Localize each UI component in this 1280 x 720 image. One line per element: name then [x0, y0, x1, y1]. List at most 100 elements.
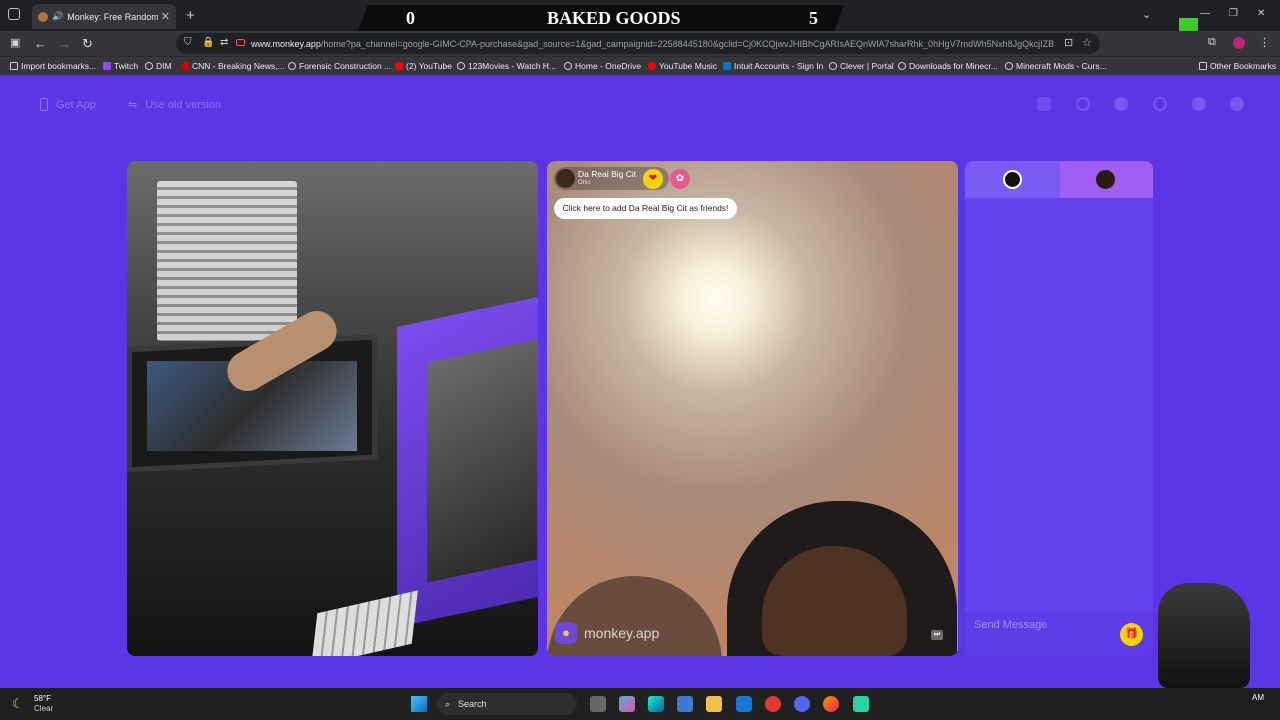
taskbar-search[interactable]: ⌕ Search — [437, 693, 577, 715]
firefox-icon[interactable] — [823, 696, 839, 712]
bookmark-item[interactable]: Minecraft Mods - Curs... — [1005, 61, 1107, 71]
close-tab-icon[interactable]: ✕ — [161, 10, 170, 23]
maximize-button[interactable]: ❐ — [1229, 8, 1238, 19]
import-icon — [10, 62, 18, 70]
search-icon: ⌕ — [445, 698, 451, 709]
left-score: 0 — [406, 8, 415, 28]
profile-avatar[interactable] — [1233, 37, 1245, 49]
get-app-link[interactable]: Get App — [40, 98, 96, 111]
second-monitor-content — [427, 339, 537, 583]
menu-icon[interactable]: ⋮ — [1259, 36, 1270, 49]
send-message-input[interactable]: Send Message — [974, 619, 1114, 631]
right-score: 5 — [809, 8, 818, 28]
twitch-icon — [103, 62, 111, 70]
extensions-icon[interactable]: ⧉ — [1208, 36, 1216, 49]
site-settings-icon[interactable]: ⇄ — [220, 37, 228, 48]
weather-temp: 58°F — [34, 694, 51, 703]
add-friend-tooltip[interactable]: Click here to add Da Real Big Cit as fri… — [554, 198, 737, 219]
badge-icon[interactable]: ✿ — [670, 169, 690, 189]
shield-icon[interactable]: ⛉ — [184, 37, 192, 48]
globe-icon — [457, 62, 465, 70]
bookmark-item[interactable]: Home - OneDrive — [564, 61, 641, 71]
install-app-icon[interactable]: ⊡ — [1064, 36, 1073, 49]
watermark: monkey.app — [584, 625, 660, 641]
self-avatar — [1003, 170, 1022, 189]
outlook-icon[interactable] — [736, 696, 752, 712]
discord-icon[interactable] — [794, 696, 810, 712]
windows-taskbar: ☾ 58°F Clear ⌕ Search AM — [0, 688, 1280, 720]
browser-toolbar: ▣ ← → ↻ ⛉ 🔒 ⇄ www.monkey.app/home?pa_cha… — [0, 31, 1280, 56]
sliders-icon: ⇋ — [128, 99, 138, 111]
monkey-app-page: Get App ⇋ Use old version Da Real Big Ci… — [0, 75, 1280, 688]
lock-icon[interactable]: 🔒 — [202, 37, 214, 48]
globe-icon — [1005, 62, 1013, 70]
bookmark-item[interactable]: Clever | Portal — [829, 61, 894, 71]
bookmark-item[interactable]: (2) YouTube — [395, 61, 452, 71]
sidebar-toggle-icon[interactable]: ▣ — [10, 36, 20, 49]
gamer-chair — [1158, 583, 1250, 688]
url-host: www.monkey.app — [251, 38, 321, 49]
address-bar[interactable]: ⛉ 🔒 ⇄ www.monkey.app/home?pa_channel=goo… — [176, 33, 1100, 54]
self-video-feed — [127, 161, 538, 656]
monkey-favicon-icon — [38, 11, 48, 22]
globe-icon — [288, 62, 296, 70]
history-icon[interactable] — [1153, 97, 1167, 111]
file-explorer-icon[interactable] — [706, 696, 722, 712]
media-player-icon[interactable] — [765, 696, 781, 712]
edge-icon[interactable] — [648, 696, 664, 712]
task-view-icon[interactable] — [590, 696, 606, 712]
skip-icon[interactable]: ⏭ — [931, 630, 943, 640]
bookmark-item[interactable]: DIM — [145, 61, 172, 71]
bookmark-item[interactable]: Downloads for Minecr... — [898, 61, 998, 71]
bookmark-item[interactable]: CNN - Breaking News,... — [181, 61, 285, 71]
profile-icon[interactable] — [1230, 97, 1244, 111]
back-icon[interactable]: ← — [34, 36, 47, 51]
friends-icon[interactable] — [1114, 97, 1128, 111]
score-title: BAKED GOODS — [547, 8, 681, 28]
copilot-icon[interactable] — [619, 696, 635, 712]
moon-icon: ☾ — [12, 696, 24, 711]
url-path: /home?pa_channel=google-GIMC-CPA-purchas… — [320, 38, 1055, 49]
windows-start-icon[interactable] — [411, 696, 427, 712]
bookmarks-bar: Import bookmarks... Twitch DIM CNN - Bre… — [0, 56, 1280, 75]
forward-icon[interactable]: → — [58, 36, 71, 51]
intuit-icon — [723, 62, 731, 70]
reload-icon[interactable]: ↻ — [82, 36, 93, 52]
bookmark-item[interactable]: Forensic Construction ... — [288, 61, 391, 71]
partner-location: Ohio — [578, 180, 591, 186]
tab-search-icon[interactable] — [8, 8, 20, 20]
bookmark-item[interactable]: 123Movies - Watch H... — [457, 61, 556, 71]
close-window-button[interactable]: ✕ — [1257, 8, 1265, 19]
globe-icon — [145, 62, 153, 70]
bookmark-item[interactable]: YouTube Music — [648, 61, 717, 71]
new-tab-button[interactable]: + — [186, 7, 195, 24]
app-icon[interactable] — [853, 696, 869, 712]
globe-icon — [898, 62, 906, 70]
bookmark-item[interactable]: Twitch — [103, 61, 138, 71]
youtube-icon — [395, 62, 403, 70]
partner-video-feed: Da Real Big Cit Ohio ❤ ✿ Click here to a… — [547, 161, 958, 656]
settings-icon[interactable] — [1192, 97, 1206, 111]
score-overlay: 0 BAKED GOODS 5 — [358, 5, 844, 31]
gift-icon[interactable]: 🎁 — [1120, 623, 1143, 646]
speaker-icon[interactable]: 🔊 — [52, 11, 63, 22]
store-icon[interactable] — [677, 696, 693, 712]
bookmark-star-icon[interactable]: ☆ — [1082, 36, 1092, 49]
use-old-version-link[interactable]: ⇋ Use old version — [128, 98, 221, 112]
bookmark-item[interactable]: Import bookmarks... — [10, 61, 96, 71]
search-icon[interactable] — [1076, 97, 1090, 111]
add-friend-icon[interactable]: ❤ — [643, 169, 663, 189]
monkey-logo-icon: ● — [555, 622, 577, 644]
bookmark-item[interactable]: Intuit Accounts - Sign In — [723, 61, 823, 71]
browser-tab[interactable]: 🔊 Monkey: Free Random Vide ✕ — [32, 4, 176, 29]
globe-icon — [564, 62, 572, 70]
youtube-music-icon — [648, 62, 656, 70]
partner-avatar — [556, 169, 575, 188]
cnn-icon — [181, 62, 189, 70]
window-shutters — [157, 181, 297, 341]
minimize-button[interactable]: — — [1200, 8, 1210, 19]
shop-icon[interactable] — [1037, 97, 1051, 111]
tab-list-chevron-icon[interactable]: ⌄ — [1142, 8, 1151, 21]
partner-name: Da Real Big Cit — [578, 169, 637, 179]
other-bookmarks[interactable]: Other Bookmarks — [1199, 61, 1276, 71]
